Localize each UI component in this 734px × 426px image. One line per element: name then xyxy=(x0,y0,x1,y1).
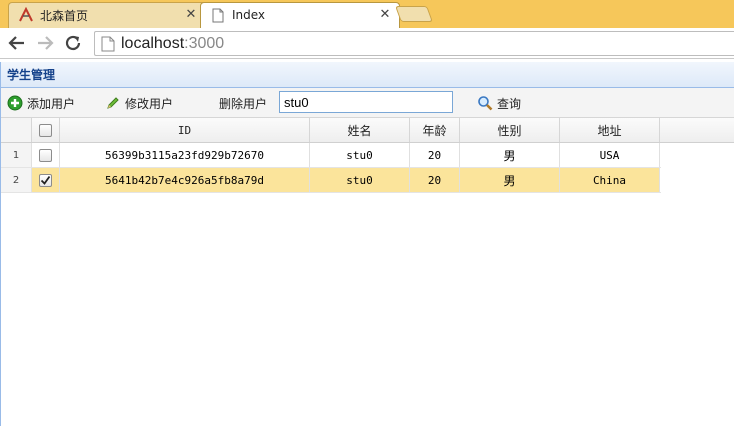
add-user-button[interactable]: 添加用户 xyxy=(7,93,75,113)
new-tab-button[interactable] xyxy=(395,6,433,22)
student-grid: ID 姓名 年龄 性别 地址 1 56399b3115a23fd929b7267… xyxy=(1,118,734,193)
back-button[interactable] xyxy=(6,32,28,54)
column-header-id[interactable]: ID xyxy=(60,118,310,142)
url-host: localhost xyxy=(121,34,185,52)
reload-icon xyxy=(65,35,81,51)
address-bar[interactable]: localhost:3000 xyxy=(94,31,734,56)
delete-user-label: 删除用户 xyxy=(219,96,268,111)
add-icon xyxy=(7,95,23,111)
cell-sex: 男 xyxy=(460,143,560,167)
row-checkbox-checked[interactable] xyxy=(39,173,52,187)
column-header-sex[interactable]: 性别 xyxy=(460,118,560,142)
table-row[interactable]: 2 5641b42b7e4c926a5fb8a79d stu0 20 男 Chi… xyxy=(1,168,661,193)
query-button[interactable]: 查询 xyxy=(477,93,521,113)
tab-close-icon[interactable]: ✕ xyxy=(378,8,392,22)
column-header-age[interactable]: 年龄 xyxy=(410,118,460,142)
row-number: 1 xyxy=(1,143,32,167)
query-label: 查询 xyxy=(497,96,522,111)
tab-title: 北森首页 xyxy=(40,8,89,23)
grid-toolbar: 添加用户 修改用户 删除用户 查询 xyxy=(1,88,734,118)
column-header-name[interactable]: 姓名 xyxy=(310,118,410,142)
edit-user-label: 修改用户 xyxy=(125,96,174,111)
tab-close-icon[interactable]: ✕ xyxy=(184,8,198,22)
row-checkbox-cell xyxy=(32,168,60,192)
row-checkbox[interactable] xyxy=(39,148,52,162)
cell-name: stu0 xyxy=(310,168,410,192)
tab-index[interactable]: Index ✕ xyxy=(200,2,400,28)
search-input[interactable] xyxy=(279,91,453,113)
cell-address: China xyxy=(560,168,660,192)
panel-title: 学生管理 xyxy=(7,68,56,82)
cell-age: 20 xyxy=(410,143,460,167)
page-favicon-icon xyxy=(210,7,226,23)
tab-title: Index xyxy=(232,8,266,22)
delete-user-button[interactable]: 删除用户 xyxy=(219,93,267,113)
row-checkbox-cell xyxy=(32,143,60,167)
beisen-favicon-icon xyxy=(18,7,34,23)
cell-id: 56399b3115a23fd929b72670 xyxy=(60,143,310,167)
cell-id: 5641b42b7e4c926a5fb8a79d xyxy=(60,168,310,192)
search-icon xyxy=(477,95,493,111)
cell-age: 20 xyxy=(410,168,460,192)
forward-button[interactable] xyxy=(34,32,56,54)
cell-address: USA xyxy=(560,143,660,167)
back-arrow-icon xyxy=(8,36,24,50)
forward-arrow-icon xyxy=(38,36,54,50)
select-all-cell xyxy=(32,118,60,142)
cell-name: stu0 xyxy=(310,143,410,167)
panel-header: 学生管理 xyxy=(1,62,734,88)
checkmark-icon xyxy=(40,175,51,185)
select-all-checkbox[interactable] xyxy=(39,123,52,137)
edit-user-button[interactable]: 修改用户 xyxy=(105,93,173,113)
browser-tabstrip: 北森首页 ✕ Index ✕ xyxy=(0,0,734,28)
grid-header-row: ID 姓名 年龄 性别 地址 xyxy=(1,118,661,143)
table-row[interactable]: 1 56399b3115a23fd929b72670 stu0 20 男 USA xyxy=(1,143,661,168)
column-header-address[interactable]: 地址 xyxy=(560,118,660,142)
cell-sex: 男 xyxy=(460,168,560,192)
grid-header-filler xyxy=(661,118,734,143)
pencil-icon xyxy=(105,95,121,111)
row-number-header xyxy=(1,118,32,142)
add-user-label: 添加用户 xyxy=(27,96,76,111)
page-icon xyxy=(101,36,115,51)
row-number: 2 xyxy=(1,168,32,192)
student-panel: 学生管理 添加用户 修改用户 删除用户 查询 xyxy=(0,62,734,426)
reload-button[interactable] xyxy=(62,32,84,54)
tab-beisen-home[interactable]: 北森首页 ✕ xyxy=(8,2,206,28)
url-port: :3000 xyxy=(184,34,225,52)
browser-toolbar: localhost:3000 xyxy=(0,28,734,59)
